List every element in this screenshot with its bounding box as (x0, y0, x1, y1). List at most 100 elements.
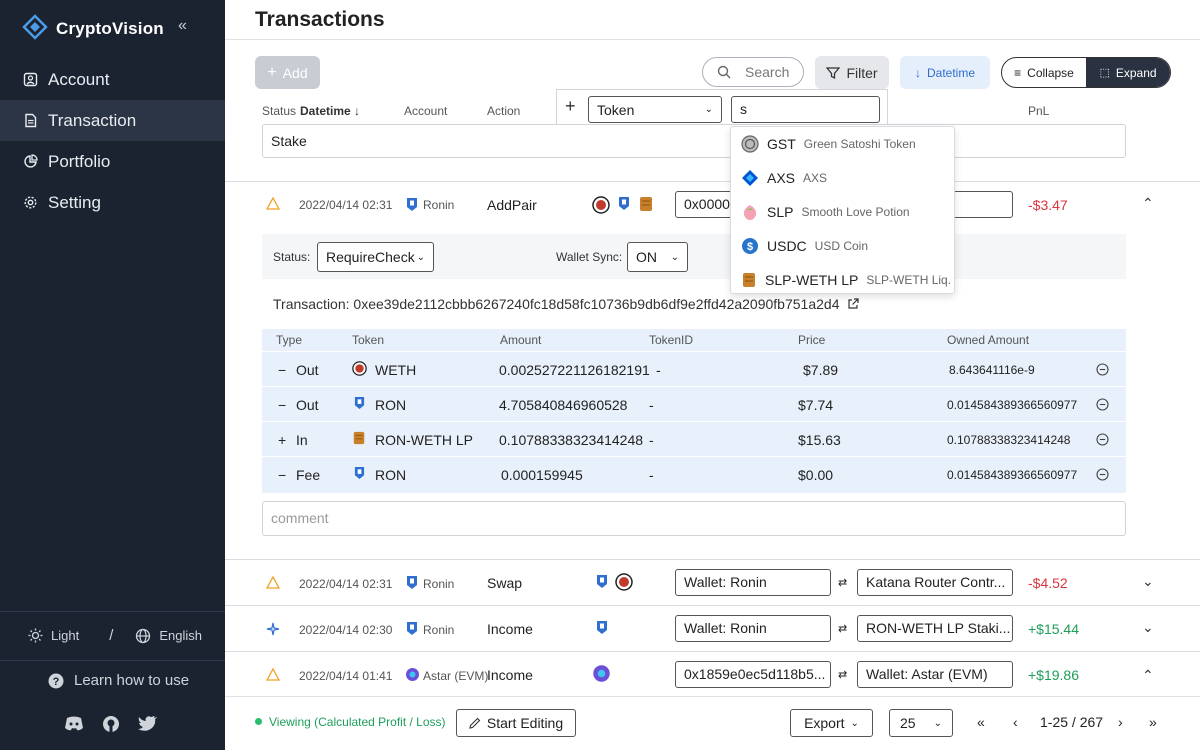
type-sign: − (278, 397, 287, 413)
prev-page-icon[interactable]: ‹ (1013, 714, 1018, 730)
expand-label: Expand (1115, 65, 1157, 80)
column-header-account[interactable]: Account (404, 104, 447, 118)
warning-icon (266, 668, 280, 681)
minus-circle-icon[interactable] (1096, 468, 1109, 481)
theme-toggle[interactable]: Light (51, 628, 79, 643)
chevron-up-icon[interactable]: ⌃ (1142, 195, 1154, 212)
usdc-token-icon: $ (741, 237, 759, 255)
from-field[interactable]: 0x1859e0ec5d118b5... (675, 661, 831, 688)
comment-input[interactable]: comment (262, 501, 1126, 536)
page-size-select[interactable]: 25 ⌄ (889, 709, 953, 737)
comment-field[interactable]: Stake (262, 124, 1126, 158)
minus-circle-icon[interactable] (1096, 433, 1109, 446)
dropdown-option[interactable]: GST Green Satoshi Token (741, 129, 951, 159)
column-header-action[interactable]: Action (487, 104, 520, 118)
th-token: Token (352, 333, 385, 347)
chevron-down-icon: ⌄ (850, 717, 859, 729)
globe-icon[interactable] (135, 628, 151, 644)
add-filter-icon[interactable]: + (565, 96, 576, 117)
add-button-label: Add (282, 64, 308, 81)
option-name: Green Satoshi Token (803, 137, 916, 151)
sidebar-item-account[interactable]: Account (0, 59, 225, 100)
start-editing-button[interactable]: Start Editing (456, 709, 576, 737)
brand[interactable]: CryptoVision (22, 14, 164, 43)
transaction-hash-text[interactable]: Transaction: 0xee39de2112cbbb6267240fc18… (273, 296, 839, 312)
filter-button[interactable]: Filter (815, 56, 889, 89)
filter-value-input[interactable]: s (731, 96, 880, 123)
row-pnl: +$15.44 (1028, 621, 1079, 637)
to-field[interactable]: RON-WETH LP Staki... (857, 615, 1013, 642)
page-size-value: 25 (900, 715, 916, 731)
funnel-icon (826, 66, 841, 80)
row-pnl: -$3.47 (1028, 197, 1068, 213)
lp-token-icon (741, 272, 757, 288)
expand-button[interactable]: ⬚ Expand (1086, 58, 1170, 87)
export-button[interactable]: Export ⌄ (790, 709, 873, 737)
sort-datetime-button[interactable]: ↓ Datetime (900, 56, 990, 89)
token-cell: RON (375, 467, 407, 483)
from-field[interactable]: 0x00000 (675, 191, 735, 218)
logo-icon (22, 14, 48, 43)
chevron-down-icon[interactable]: ⌄ (1142, 619, 1154, 636)
to-field[interactable] (953, 191, 1013, 218)
add-button[interactable]: + Add (255, 56, 320, 89)
row-account: Ronin (423, 623, 455, 637)
external-link-icon[interactable] (847, 298, 860, 310)
minus-circle-icon[interactable] (1096, 363, 1109, 376)
sidebar-item-setting[interactable]: Setting (0, 182, 225, 223)
chevron-up-icon[interactable]: ⌃ (1142, 667, 1154, 684)
status-select[interactable]: RequireCheck ⌄ (317, 242, 434, 272)
sun-icon[interactable] (28, 628, 43, 643)
github-icon[interactable] (102, 715, 120, 736)
chevron-down-icon[interactable]: ⌄ (1142, 573, 1154, 590)
discord-icon[interactable] (64, 715, 84, 736)
weth-icon (615, 573, 633, 591)
option-name: Smooth Love Potion (801, 205, 910, 219)
from-field[interactable]: Wallet: Ronin (675, 569, 831, 596)
ronin-icon (406, 621, 418, 636)
twitter-icon[interactable] (138, 715, 158, 736)
arrow-down-icon: ↓ (354, 104, 361, 118)
sidebar-item-transaction[interactable]: Transaction (0, 100, 225, 141)
astar-icon (592, 664, 611, 683)
last-page-icon[interactable]: » (1149, 714, 1157, 730)
page-title: Transactions (255, 8, 385, 31)
dropdown-option[interactable]: AXS AXS (741, 163, 951, 193)
collapse-button[interactable]: ≡ Collapse (1002, 58, 1086, 87)
type-cell: Out (296, 362, 319, 378)
wallet-sync-select[interactable]: ON ⌄ (627, 242, 688, 272)
help-link[interactable]: ? Learn how to use (48, 672, 189, 689)
th-type: Type (276, 333, 303, 347)
language-select[interactable]: English (159, 628, 202, 643)
column-header-datetime[interactable]: Datetime ↓ (300, 104, 360, 118)
amount-cell: 0.002527221126182191 (499, 362, 650, 378)
dropdown-option[interactable]: SLP Smooth Love Potion (741, 197, 951, 227)
weth-icon (592, 196, 610, 214)
sidebar-item-portfolio[interactable]: Portfolio (0, 141, 225, 182)
to-field[interactable]: Katana Router Contr... (857, 569, 1013, 596)
sidebar-item-label: Transaction (48, 110, 137, 130)
filter-label: Filter (846, 64, 878, 81)
gst-token-icon (741, 135, 759, 153)
row-account: Astar (EVM) (423, 669, 489, 683)
from-field[interactable]: Wallet: Ronin (675, 615, 831, 642)
column-header-status[interactable]: Status (262, 104, 296, 118)
to-field[interactable]: Wallet: Astar (EVM) (857, 661, 1013, 688)
type-sign: − (278, 467, 287, 483)
lp-token-icon (352, 431, 366, 445)
column-header-pnl[interactable]: PnL (1028, 104, 1049, 118)
wallet-sync-value: ON (636, 249, 657, 265)
collapse-sidebar-icon[interactable]: « (178, 17, 187, 35)
minus-circle-icon[interactable] (1096, 398, 1109, 411)
filter-field-select[interactable]: Token ⌄ (588, 96, 722, 123)
type-sign: − (278, 362, 287, 378)
search-icon (717, 65, 731, 79)
next-page-icon[interactable]: › (1118, 714, 1123, 730)
axs-token-icon (741, 169, 759, 187)
dropdown-option[interactable]: $ USDC USD Coin (741, 231, 951, 261)
sidebar-divider (0, 660, 225, 661)
dropdown-option[interactable]: SLP-WETH LP SLP-WETH Liq... (741, 265, 951, 295)
first-page-icon[interactable]: « (977, 714, 985, 730)
search-input[interactable]: Search (702, 57, 804, 87)
ronin-icon (406, 575, 418, 590)
